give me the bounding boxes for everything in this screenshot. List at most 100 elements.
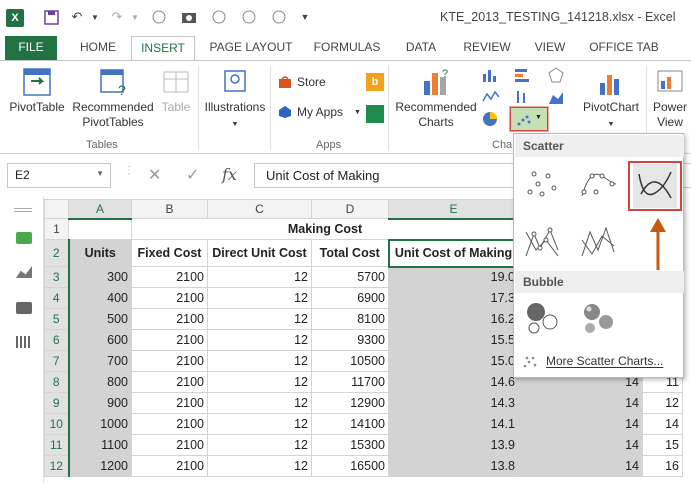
cell[interactable]: 12	[207, 266, 312, 288]
cell[interactable]: 16	[642, 455, 683, 477]
cancel-icon[interactable]: ✕	[148, 165, 161, 185]
circle-icon-2[interactable]	[210, 8, 228, 26]
cell[interactable]: 800	[68, 371, 132, 393]
cell[interactable]: 12900	[311, 392, 389, 414]
cell[interactable]: 10500	[311, 350, 389, 372]
cell[interactable]: 500	[68, 308, 132, 330]
row-header[interactable]: 3	[44, 266, 70, 288]
cell[interactable]: 1100	[68, 434, 132, 456]
cell[interactable]: 2100	[131, 350, 208, 372]
cell[interactable]: 12	[207, 350, 312, 372]
select-all-corner[interactable]	[44, 199, 69, 219]
cell[interactable]: 15.0	[388, 350, 519, 372]
sidebar-chart-icon[interactable]	[16, 266, 32, 278]
cell[interactable]: 12	[207, 455, 312, 477]
row-header[interactable]: 10	[44, 413, 70, 435]
column-header[interactable]: A	[68, 199, 132, 220]
recommended-pivottables-button[interactable]: ? Recommended PivotTables	[70, 67, 156, 130]
bar-chart-icon[interactable]	[514, 67, 532, 83]
cell[interactable]: 13.9	[388, 434, 519, 456]
cell[interactable]: 2100	[131, 392, 208, 414]
circle-icon[interactable]	[150, 8, 168, 26]
sidebar-sheet-icon[interactable]	[16, 232, 32, 244]
column-header[interactable]: D	[311, 199, 389, 219]
row-header[interactable]: 7	[44, 350, 70, 372]
cell[interactable]: 14.1	[388, 413, 519, 435]
cell[interactable]: 2100	[131, 266, 208, 288]
enter-icon[interactable]: ✓	[186, 165, 199, 185]
cell[interactable]: 700	[68, 350, 132, 372]
cell[interactable]: 14	[518, 455, 643, 477]
cell[interactable]: 14.3	[388, 392, 519, 414]
insert-function-icon[interactable]: fx	[222, 165, 237, 184]
undo-icon[interactable]: ↶	[68, 8, 86, 26]
cell[interactable]: 2100	[131, 308, 208, 330]
row-header[interactable]: 1	[44, 218, 69, 240]
people-graph-icon[interactable]	[366, 105, 384, 123]
column-header[interactable]: C	[207, 199, 312, 219]
redo-icon[interactable]: ↷	[108, 8, 126, 26]
cell[interactable]: 19.0	[388, 266, 519, 288]
cell[interactable]: 8100	[311, 308, 389, 330]
customize-qat-icon[interactable]: ▼	[296, 8, 314, 26]
cell[interactable]: 900	[68, 392, 132, 414]
cell[interactable]: 12	[207, 371, 312, 393]
scatter-smooth-lines-icon[interactable]	[633, 164, 677, 208]
cell[interactable]: 14100	[311, 413, 389, 435]
pivotchart-button[interactable]: PivotChart ▼	[578, 67, 644, 132]
scatter-straight-lines-icon[interactable]	[576, 220, 620, 264]
stock-chart-icon[interactable]	[514, 89, 530, 105]
scatter-markers-only-icon[interactable]	[520, 162, 564, 206]
pivottable-button[interactable]: PivotTable	[6, 67, 68, 115]
cell[interactable]: 14	[518, 413, 643, 435]
cell[interactable]: 13.8	[388, 455, 519, 477]
tab-file[interactable]: FILE	[5, 36, 57, 60]
column-header[interactable]: B	[131, 199, 208, 219]
cell[interactable]: 15	[642, 434, 683, 456]
sidebar-stack-icon[interactable]	[16, 302, 32, 314]
table-button[interactable]: Table	[156, 67, 196, 115]
circle-icon-4[interactable]	[270, 8, 288, 26]
row-header[interactable]: 5	[44, 308, 70, 330]
cell[interactable]: 2100	[131, 434, 208, 456]
cell[interactable]: 12	[642, 392, 683, 414]
tab-office-tab[interactable]: OFFICE TAB	[582, 36, 666, 60]
bubble-chart-icon[interactable]	[520, 296, 564, 340]
cell[interactable]: 12	[207, 434, 312, 456]
cell[interactable]: 12	[207, 287, 312, 309]
header-cell[interactable]: Fixed Cost	[131, 239, 208, 267]
cell[interactable]: 6900	[311, 287, 389, 309]
column-chart-icon[interactable]	[482, 67, 498, 83]
cell[interactable]: 11700	[311, 371, 389, 393]
pie-chart-icon[interactable]	[482, 111, 498, 127]
cell[interactable]: 1200	[68, 455, 132, 477]
my-apps-button[interactable]: My Apps ▼	[278, 105, 361, 119]
cell[interactable]: 15300	[311, 434, 389, 456]
tab-data[interactable]: DATA	[396, 36, 446, 60]
tab-home[interactable]: HOME	[72, 36, 124, 60]
power-view-button[interactable]: Power View	[648, 67, 691, 130]
store-button[interactable]: Store	[278, 75, 326, 89]
cell[interactable]: 17.3	[388, 287, 519, 309]
tab-review[interactable]: REVIEW	[456, 36, 518, 60]
cell[interactable]: 12	[207, 329, 312, 351]
cell[interactable]: 2100	[131, 329, 208, 351]
cell[interactable]: 14	[642, 413, 683, 435]
line-chart-icon[interactable]	[482, 89, 500, 105]
save-icon[interactable]	[42, 8, 60, 26]
cell[interactable]: 400	[68, 287, 132, 309]
cell[interactable]: 2100	[131, 287, 208, 309]
name-box[interactable]: E2 ▼	[7, 163, 111, 188]
header-cell-active[interactable]: Unit Cost of Making	[387, 238, 520, 268]
recommended-charts-button[interactable]: ? Recommended Charts	[392, 67, 480, 130]
cell[interactable]: 1000	[68, 413, 132, 435]
cell[interactable]: 12	[207, 308, 312, 330]
cell[interactable]: 2100	[131, 455, 208, 477]
tab-page-layout[interactable]: PAGE LAYOUT	[204, 36, 298, 60]
row-header[interactable]: 11	[44, 434, 70, 456]
cell[interactable]: 300	[68, 266, 132, 288]
scatter-smooth-lines-markers-icon[interactable]	[576, 162, 620, 206]
cell[interactable]: 600	[68, 329, 132, 351]
cell[interactable]: 2100	[131, 371, 208, 393]
row-header[interactable]: 9	[44, 392, 70, 414]
